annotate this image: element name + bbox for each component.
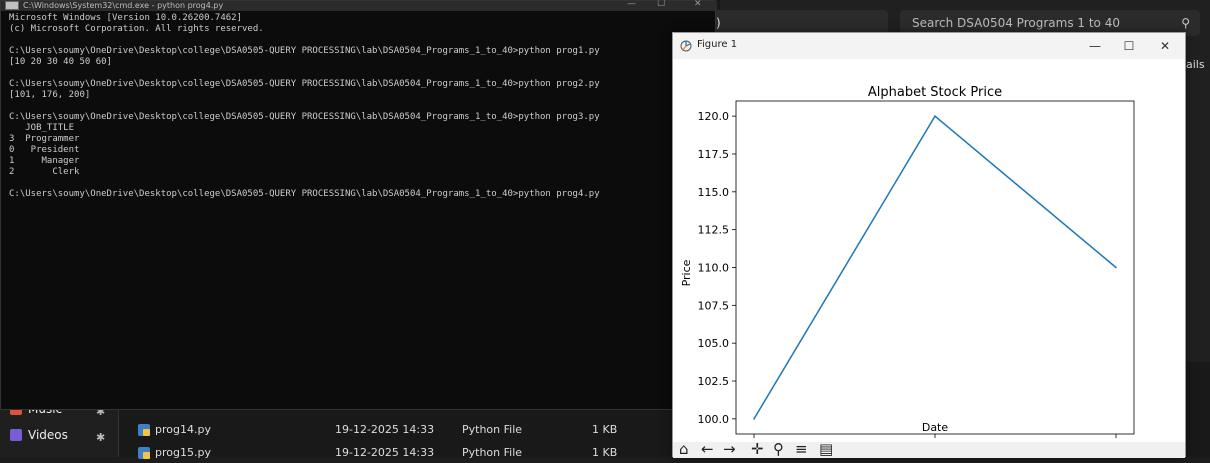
search-placeholder: Search DSA0504 Programs 1 to 40 — [912, 16, 1120, 30]
plot-area — [735, 100, 1135, 435]
back-icon[interactable]: ← — [701, 440, 714, 458]
explorer-tab-label: ) — [716, 16, 721, 30]
console-line: C:\Users\soumy\OneDrive\Desktop\college\… — [9, 46, 600, 56]
console-line: JOB_TITLE — [9, 123, 75, 133]
data-point — [1115, 266, 1117, 269]
console-line: 3 Programmer — [9, 134, 80, 144]
maximize-button[interactable]: ☐ — [1115, 36, 1143, 56]
file-row[interactable]: prog15.py 19-12-2025 14:33 Python File 1… — [125, 443, 685, 463]
line-chart[interactable]: Alphabet Stock Price Date Price 100.0 102… — [673, 59, 1185, 442]
forward-icon[interactable]: → — [723, 440, 736, 458]
x-axis-label: Date — [922, 421, 949, 434]
console-line: C:\Users\soumy\OneDrive\Desktop\college\… — [9, 189, 600, 199]
figure-title: Figure 1 — [697, 39, 738, 50]
y-tick-label: 102.5 — [698, 375, 730, 388]
configure-icon[interactable]: ≡ — [795, 440, 808, 458]
cmd-icon — [5, 1, 19, 10]
zoom-icon[interactable]: ⚲ — [773, 440, 784, 458]
save-icon[interactable]: ▤ — [819, 440, 833, 458]
y-tick-label: 107.5 — [698, 299, 730, 312]
details-pane — [1186, 42, 1210, 362]
file-name: prog14.py — [155, 423, 211, 436]
nav-item-videos[interactable]: Videos — [10, 425, 68, 445]
y-tick-label: 110.0 — [698, 262, 730, 275]
series-line — [753, 114, 1117, 420]
chart-title: Alphabet Stock Price — [868, 85, 1002, 100]
figure-titlebar[interactable]: Figure 1 — ☐ ✕ — [673, 33, 1185, 59]
data-point — [934, 115, 936, 117]
console-line: 0 President — [9, 145, 80, 155]
y-axis-label: Price — [680, 259, 693, 286]
minimize-button[interactable]: — — [1081, 36, 1109, 56]
pan-icon[interactable]: ✛ — [751, 440, 764, 458]
cmd-title: C:\Windows\System32\cmd.exe - python pro… — [23, 1, 224, 10]
maximize-button[interactable]: ☐ — [657, 0, 665, 9]
command-prompt-window[interactable]: C:\Windows\System32\cmd.exe - python pro… — [0, 0, 717, 410]
close-button[interactable]: ✕ — [1151, 36, 1179, 56]
file-date: 19-12-2025 14:33 — [335, 446, 435, 459]
data-point — [753, 418, 755, 420]
y-tick-label: 105.0 — [698, 337, 730, 350]
file-row[interactable]: prog14.py 19-12-2025 14:33 Python File 1… — [125, 420, 685, 440]
y-tick-label: 120.0 — [698, 110, 730, 123]
y-tick-label: 117.5 — [698, 148, 730, 161]
nav-item-label: Videos — [28, 428, 68, 442]
file-type: Python File — [462, 423, 523, 436]
y-tick-label: 115.0 — [698, 186, 730, 199]
console-line: [10 20 30 40 50 60] — [9, 57, 112, 67]
console-line: C:\Users\soumy\OneDrive\Desktop\college\… — [9, 112, 600, 122]
console-line: (c) Microsoft Corporation. All rights re… — [9, 24, 264, 34]
minimize-button[interactable]: — — [627, 0, 636, 9]
file-date: 19-12-2025 14:33 — [335, 423, 435, 436]
y-tick-label: 112.5 — [698, 224, 730, 237]
console-line: 2 Clerk — [9, 167, 80, 177]
figure-toolbar: ⌂ ← → ✛ ⚲ ≡ ▤ — [673, 440, 1185, 458]
close-button[interactable]: ✕ — [694, 0, 702, 9]
console-output[interactable]: Microsoft Windows [Version 10.0.26200.74… — [9, 13, 600, 200]
file-type: Python File — [462, 446, 523, 459]
file-size: 1 KB — [592, 446, 618, 459]
home-icon[interactable]: ⌂ — [679, 440, 689, 458]
python-file-icon — [138, 424, 150, 436]
file-size: 1 KB — [592, 423, 618, 436]
y-tick-label: 100.0 — [698, 413, 730, 426]
python-file-icon — [138, 447, 150, 459]
console-line: Microsoft Windows [Version 10.0.26200.74… — [9, 13, 242, 23]
matplotlib-figure-window[interactable]: Figure 1 — ☐ ✕ Alphabet Stock Price Date… — [672, 32, 1186, 458]
console-line: [101, 176, 200] — [9, 90, 91, 100]
figure-icon — [680, 40, 692, 52]
console-line: C:\Users\soumy\OneDrive\Desktop\college\… — [9, 79, 600, 89]
cmd-titlebar[interactable]: C:\Windows\System32\cmd.exe - python pro… — [1, 0, 717, 11]
file-name: prog15.py — [155, 446, 211, 459]
console-line: 1 Manager — [9, 156, 80, 166]
videos-icon — [10, 429, 22, 441]
details-label[interactable]: ails — [1186, 58, 1205, 71]
pin-icon: ✱ — [96, 431, 106, 444]
